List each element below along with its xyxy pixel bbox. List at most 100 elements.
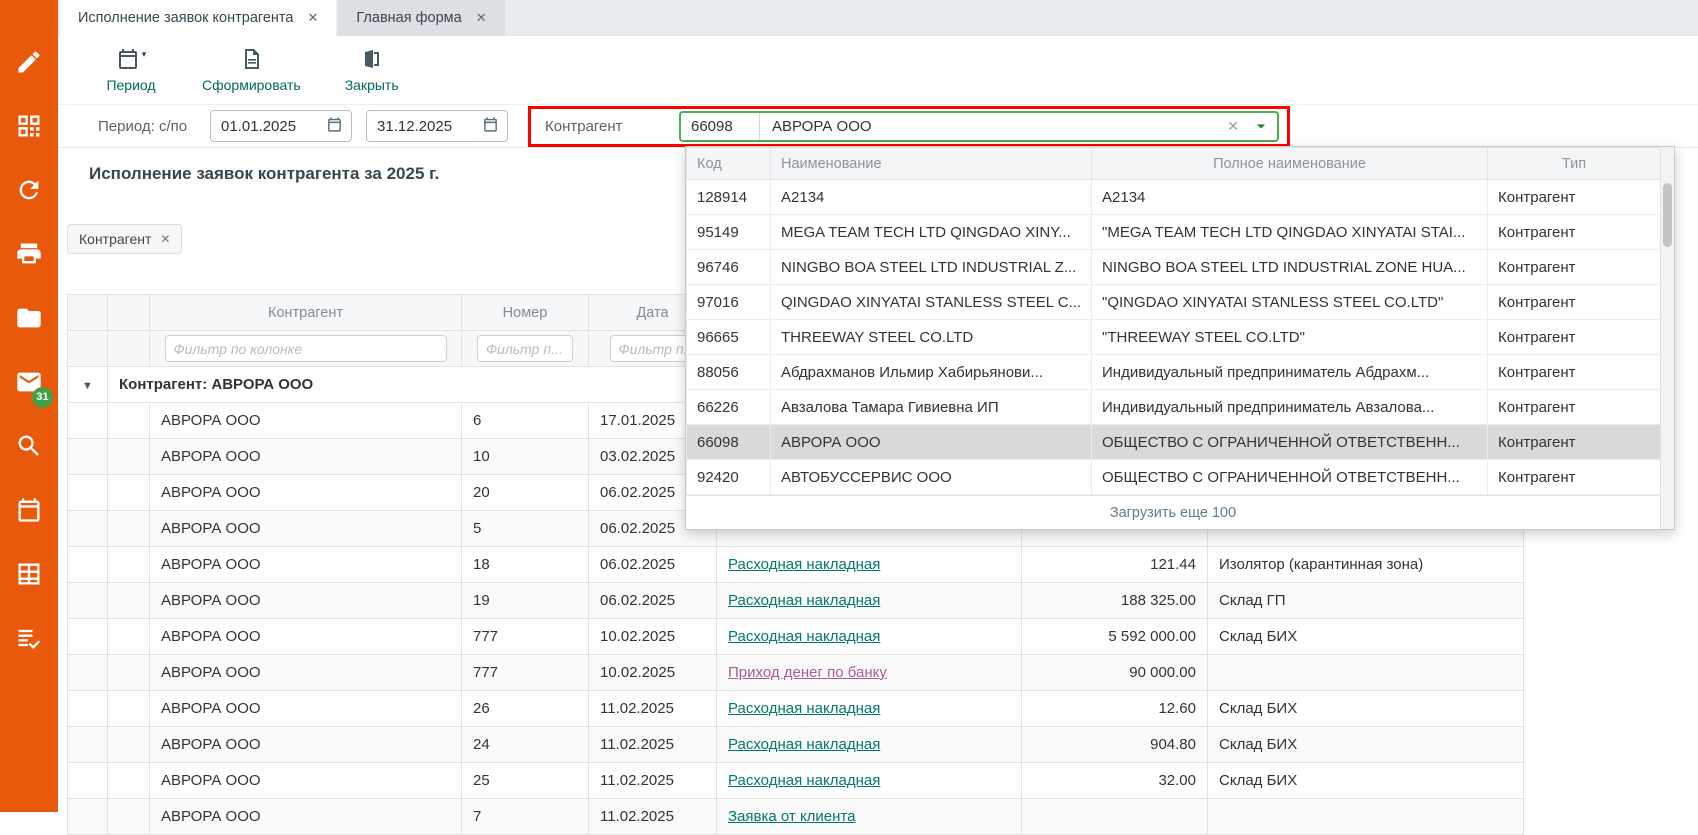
- table-row[interactable]: АВРОРА ООО 24 11.02.2025 Расходная накла…: [68, 727, 1524, 763]
- period-button[interactable]: ▾ Период: [88, 47, 174, 93]
- calendar-icon[interactable]: [15, 496, 43, 524]
- cell-date: 11.02.2025: [589, 727, 717, 763]
- period-range-label: Период: с/по: [98, 118, 210, 135]
- document-link[interactable]: Расходная накладная: [728, 592, 880, 609]
- sidebar: 31: [0, 0, 58, 812]
- folder-icon[interactable]: [15, 304, 43, 332]
- group-expander-icon[interactable]: ▼: [82, 380, 93, 392]
- clear-icon[interactable]: ✕: [1215, 118, 1251, 135]
- counterparty-column-filter-input[interactable]: [165, 335, 447, 362]
- qr-code-icon[interactable]: [15, 112, 43, 140]
- cell-sum: 32.00: [1022, 763, 1208, 799]
- chip-remove-icon[interactable]: ✕: [160, 232, 170, 246]
- date-from-field[interactable]: [210, 110, 352, 142]
- calendar-icon[interactable]: [326, 116, 343, 137]
- cell-sum: 5 592 000.00: [1022, 619, 1208, 655]
- dropdown-row[interactable]: 95149 MEGA TEAM TECH LTD QINGDAO XINY...…: [687, 215, 1661, 250]
- toolbar: ▾ Период Сформировать Закрыть: [58, 36, 1698, 105]
- counterparty-label: Контрагент: [545, 118, 679, 135]
- document-link[interactable]: Расходная накладная: [728, 700, 880, 717]
- document-link[interactable]: Приход денег по банку: [728, 664, 887, 681]
- table-row[interactable]: АВРОРА ООО 7 11.02.2025 Заявка от клиент…: [68, 799, 1524, 835]
- dropdown-row[interactable]: 66226 Авзалова Тамара Гивиевна ИП Индиви…: [687, 390, 1661, 425]
- cell-counterparty: АВРОРА ООО: [150, 691, 462, 727]
- cell-sum: 12.60: [1022, 691, 1208, 727]
- cell-date: 11.02.2025: [589, 763, 717, 799]
- cell-counterparty: АВРОРА ООО: [150, 619, 462, 655]
- cell-number: 18: [462, 547, 589, 583]
- counterparty-dropdown: Код Наименование Полное наименование Тип…: [685, 146, 1675, 530]
- tab-close-icon[interactable]: ✕: [307, 10, 318, 26]
- generate-icon: [239, 47, 263, 74]
- cell-counterparty: АВРОРА ООО: [150, 511, 462, 547]
- pencil-icon[interactable]: [15, 48, 43, 76]
- dropdown-row[interactable]: 96746 NINGBO BOA STEEL LTD INDUSTRIAL Z.…: [687, 250, 1661, 285]
- table-row[interactable]: АВРОРА ООО 26 11.02.2025 Расходная накла…: [68, 691, 1524, 727]
- filter-bar: Период: с/по Контрагент 66098 АВР: [58, 105, 1698, 148]
- document-link[interactable]: Расходная накладная: [728, 556, 880, 573]
- table-row[interactable]: АВРОРА ООО 777 10.02.2025 Расходная накл…: [68, 619, 1524, 655]
- date-to-field[interactable]: [366, 110, 508, 142]
- search-icon[interactable]: [15, 432, 43, 460]
- tab-report-label: Исполнение заявок контрагента: [78, 10, 293, 26]
- filter-chip-label: Контрагент: [79, 231, 151, 247]
- close-button-label: Закрыть: [345, 77, 399, 93]
- cell-sum: 121.44: [1022, 547, 1208, 583]
- dropdown-header-row: Код Наименование Полное наименование Тип: [687, 148, 1661, 180]
- col-header-number: Номер: [462, 295, 589, 331]
- dropdown-row[interactable]: 96665 THREEWAY STEEL CO.LTD "THREEWAY ST…: [687, 320, 1661, 355]
- dropdown-row[interactable]: 97016 QINGDAO XINYATAI STANLESS STEEL C.…: [687, 285, 1661, 320]
- document-link[interactable]: Заявка от клиента: [728, 808, 855, 825]
- cell-number: 777: [462, 619, 589, 655]
- scrollbar-thumb[interactable]: [1663, 183, 1672, 247]
- counterparty-code-value: 66098: [681, 118, 759, 135]
- tab-close-icon[interactable]: ✕: [476, 10, 487, 26]
- cell-number: 19: [462, 583, 589, 619]
- date-from-input[interactable]: [219, 117, 315, 136]
- number-column-filter-input[interactable]: [477, 335, 573, 362]
- tab-report[interactable]: Исполнение заявок контрагента ✕: [60, 0, 336, 36]
- document-link[interactable]: Расходная накладная: [728, 736, 880, 753]
- cell-number: 20: [462, 475, 589, 511]
- table-row[interactable]: АВРОРА ООО 19 06.02.2025 Расходная накла…: [68, 583, 1524, 619]
- generate-button[interactable]: Сформировать: [202, 47, 301, 93]
- printer-icon[interactable]: [15, 240, 43, 268]
- dropdown-row-selected[interactable]: 66098 АВРОРА ООО ОБЩЕСТВО С ОГРАНИЧЕННОЙ…: [687, 425, 1661, 460]
- cell-date: 06.02.2025: [589, 583, 717, 619]
- cell-warehouse: Склад БИХ: [1208, 691, 1524, 727]
- cell-date: 10.02.2025: [589, 655, 717, 691]
- document-link[interactable]: Расходная накладная: [728, 772, 880, 789]
- chevron-down-icon[interactable]: [1251, 116, 1277, 136]
- load-more-button[interactable]: Загрузить еще 100: [686, 495, 1660, 529]
- cell-number: 10: [462, 439, 589, 475]
- tab-bar: Исполнение заявок контрагента ✕ Главная …: [58, 0, 1698, 36]
- date-column-filter-input[interactable]: [610, 335, 696, 362]
- dropdown-col-type: Тип: [1488, 148, 1661, 180]
- tab-main-form[interactable]: Главная форма ✕: [338, 0, 504, 36]
- dropdown-col-full-name: Полное наименование: [1092, 148, 1488, 180]
- close-button[interactable]: Закрыть: [329, 47, 415, 93]
- cell-number: 5: [462, 511, 589, 547]
- cell-date: 10.02.2025: [589, 619, 717, 655]
- counterparty-combo[interactable]: 66098 АВРОРА ООО ✕: [679, 111, 1279, 142]
- dropdown-row[interactable]: 92420 АВТОБУССЕРВИС ООО ОБЩЕСТВО С ОГРАН…: [687, 460, 1661, 495]
- table-row[interactable]: АВРОРА ООО 25 11.02.2025 Расходная накла…: [68, 763, 1524, 799]
- document-link[interactable]: Расходная накладная: [728, 628, 880, 645]
- cell-number: 26: [462, 691, 589, 727]
- cell-number: 24: [462, 727, 589, 763]
- tasks-icon[interactable]: [15, 624, 43, 652]
- mail-icon[interactable]: 31: [15, 368, 43, 396]
- dropdown-scrollbar[interactable]: [1660, 147, 1674, 529]
- filter-chip-counterparty[interactable]: Контрагент ✕: [67, 224, 182, 254]
- dropdown-row[interactable]: 128914 A2134 A2134 Контрагент: [687, 180, 1661, 215]
- cell-sum: [1022, 799, 1208, 835]
- table-row[interactable]: АВРОРА ООО 777 10.02.2025 Приход денег п…: [68, 655, 1524, 691]
- refresh-icon[interactable]: [15, 176, 43, 204]
- cell-number: 777: [462, 655, 589, 691]
- cell-counterparty: АВРОРА ООО: [150, 763, 462, 799]
- dropdown-row[interactable]: 88056 Абдрахманов Ильмир Хабирьянови... …: [687, 355, 1661, 390]
- grid-icon[interactable]: [15, 560, 43, 588]
- date-to-input[interactable]: [375, 117, 471, 136]
- calendar-icon[interactable]: [482, 116, 499, 137]
- table-row[interactable]: АВРОРА ООО 18 06.02.2025 Расходная накла…: [68, 547, 1524, 583]
